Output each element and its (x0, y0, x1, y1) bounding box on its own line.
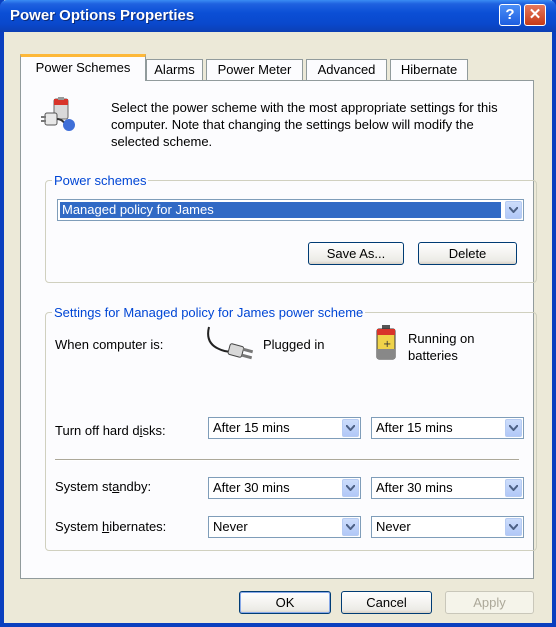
hard-disks-battery-value: After 15 mins (376, 420, 453, 435)
tab-power-meter[interactable]: Power Meter (206, 59, 303, 80)
standby-battery-select[interactable]: After 30 mins (371, 477, 524, 499)
hibernates-battery-select[interactable]: Never (371, 516, 524, 538)
system-standby-label: System standby: (55, 479, 152, 494)
chevron-down-icon[interactable] (505, 419, 522, 437)
save-as-button[interactable]: Save As... (308, 242, 404, 265)
chevron-down-icon[interactable] (505, 479, 522, 497)
hibernates-battery-value: Never (376, 519, 411, 534)
close-button[interactable]: ✕ (524, 4, 546, 26)
when-computer-is-label: When computer is: (55, 337, 164, 352)
window-title: Power Options Properties (10, 7, 195, 24)
battery-icon: + (376, 325, 396, 360)
standby-battery-value: After 30 mins (376, 480, 453, 495)
close-icon: ✕ (528, 6, 542, 23)
delete-button[interactable]: Delete (418, 242, 517, 265)
cancel-label: Cancel (366, 595, 407, 610)
power-scheme-select[interactable]: Managed policy for James (57, 199, 524, 221)
plug-icon (207, 326, 254, 360)
running-on-batteries-label: Running on batteries (408, 331, 475, 363)
settings-divider (55, 459, 519, 461)
chevron-down-icon[interactable] (342, 518, 359, 536)
svg-text:+: + (383, 339, 391, 350)
power-options-dialog: Power Options Properties ? ✕ Power Schem… (0, 0, 556, 627)
delete-label: Delete (448, 246, 487, 261)
chevron-down-icon[interactable] (505, 201, 522, 219)
chevron-down-icon[interactable] (342, 479, 359, 497)
title-bar[interactable]: Power Options Properties ? ✕ (0, 0, 556, 32)
tab-advanced[interactable]: Advanced (306, 59, 387, 80)
tab-panel: Select the power scheme with the most ap… (20, 80, 537, 579)
tab-power-schemes[interactable]: Power Schemes (20, 54, 146, 81)
intro-description: Select the power scheme with the most ap… (111, 100, 498, 149)
standby-plugged-select[interactable]: After 30 mins (208, 477, 361, 499)
settings-legend: Settings for Managed policy for James po… (54, 305, 364, 320)
turn-off-hard-disks-label: Turn off hard disks: (55, 423, 166, 438)
hibernates-plugged-value: Never (213, 519, 248, 534)
help-button[interactable]: ? (499, 4, 521, 26)
system-hibernates-label: System hibernates: (55, 519, 167, 534)
hard-disks-plugged-select[interactable]: After 15 mins (208, 417, 361, 439)
hibernates-plugged-select[interactable]: Never (208, 516, 361, 538)
power-schemes-legend: Power schemes (54, 173, 147, 188)
ok-button[interactable]: OK (239, 591, 331, 614)
ok-label: OK (275, 595, 295, 610)
standby-plugged-value: After 30 mins (213, 480, 290, 495)
power-schemes-group: Power schemes (45, 173, 537, 283)
hard-disks-plugged-value: After 15 mins (213, 420, 290, 435)
apply-label: Apply (473, 595, 506, 610)
chevron-down-icon[interactable] (342, 419, 359, 437)
save-as-label: Save As... (326, 246, 386, 261)
help-icon: ? (505, 6, 515, 23)
plugged-in-label: Plugged in (263, 337, 325, 352)
tab-alarms[interactable]: Alarms (146, 59, 203, 80)
tab-hibernate[interactable]: Hibernate (390, 59, 468, 80)
hard-disks-battery-select[interactable]: After 15 mins (371, 417, 524, 439)
power-scheme-value: Managed policy for James (60, 202, 501, 218)
power-scheme-icon (41, 97, 75, 131)
apply-button[interactable]: Apply (445, 591, 534, 614)
cancel-button[interactable]: Cancel (341, 591, 432, 614)
chevron-down-icon[interactable] (505, 518, 522, 536)
